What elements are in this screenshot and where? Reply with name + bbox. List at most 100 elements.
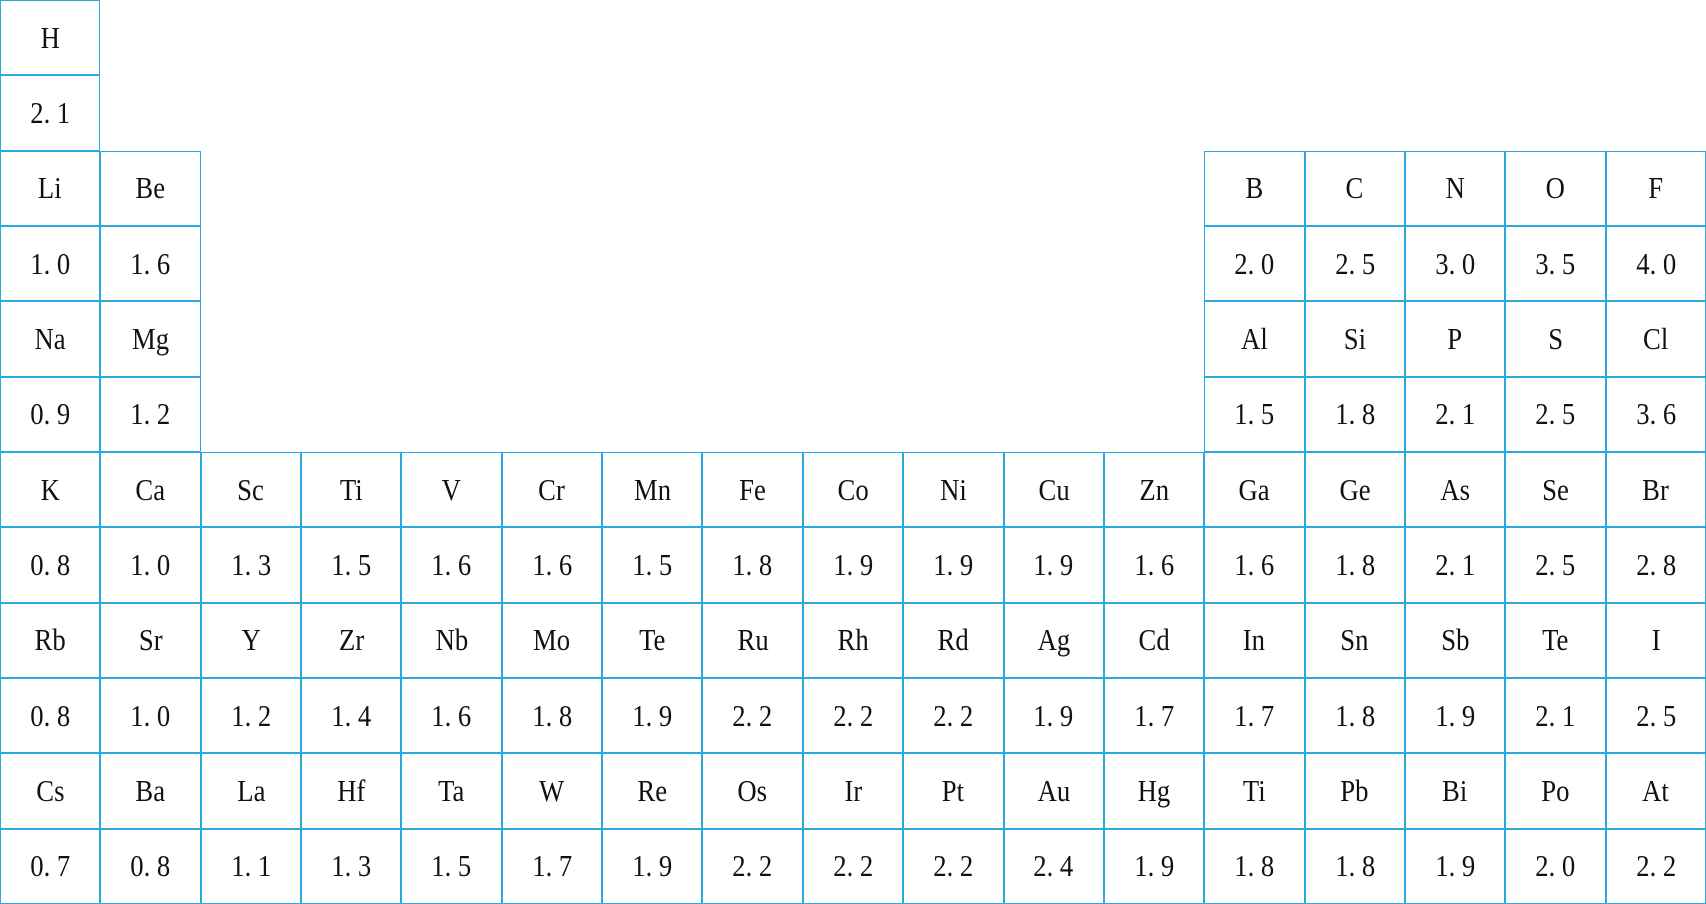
element-symbol-cell: K — [0, 452, 101, 528]
electronegativity-value: 0. 9 — [30, 396, 71, 432]
electronegativity-value: 1. 8 — [1334, 546, 1375, 582]
element-symbol: Si — [1343, 320, 1366, 356]
element-symbol-cell: Mn — [602, 452, 703, 528]
element-symbol: Se — [1542, 471, 1569, 507]
element-symbol: Mo — [533, 622, 571, 658]
element-symbol-cell: Fe — [702, 452, 803, 528]
element-symbol: O — [1545, 170, 1566, 206]
element-symbol-cell: Na — [0, 301, 101, 377]
element-symbol-cell: Br — [1605, 452, 1706, 528]
element-symbol: Pt — [942, 772, 965, 808]
element-symbol-cell: Ba — [100, 753, 201, 829]
electronegativity-value-cell: 2. 0 — [1505, 828, 1606, 904]
electronegativity-value-cell: 1. 9 — [1404, 828, 1506, 904]
element-symbol-cell: Mo — [501, 602, 603, 678]
electronegativity-table: H 2. 1 Li 1. 0 Be 1. 6 B 2. 0 C 2. 5 N 3. 0 O 3. 5 F 4.… — [0, 0, 1706, 904]
electronegativity-value: 1. 9 — [1435, 697, 1476, 733]
electronegativity-value: 1. 9 — [1134, 848, 1175, 884]
element-symbol: C — [1345, 170, 1364, 206]
electronegativity-value: 1. 5 — [1234, 396, 1275, 432]
electronegativity-value-cell: 0. 9 — [0, 376, 101, 452]
electronegativity-value: 1. 9 — [832, 546, 873, 582]
electronegativity-value-cell: 2. 2 — [1605, 828, 1706, 904]
element-symbol: Pb — [1340, 772, 1369, 808]
electronegativity-value-cell: 1. 6 — [401, 527, 502, 603]
electronegativity-value: 1. 7 — [1134, 697, 1175, 733]
electronegativity-value-cell: 1. 8 — [1304, 678, 1405, 754]
electronegativity-value: 1. 8 — [531, 697, 572, 733]
element-symbol: V — [441, 471, 462, 507]
element-symbol-cell: As — [1404, 452, 1506, 528]
electronegativity-value: 3. 0 — [1435, 245, 1476, 281]
electronegativity-value: 0. 8 — [130, 848, 171, 884]
element-symbol-cell: Ti — [301, 452, 402, 528]
electronegativity-value: 1. 9 — [1435, 848, 1476, 884]
element-symbol-cell: Nb — [401, 602, 502, 678]
element-symbol: Cd — [1138, 622, 1170, 658]
electronegativity-value-cell: 4. 0 — [1605, 226, 1706, 302]
electronegativity-value-cell: 1. 8 — [501, 678, 603, 754]
electronegativity-value: 2. 2 — [832, 848, 873, 884]
element-symbol: Fe — [739, 471, 766, 507]
electronegativity-value-cell: 2. 2 — [802, 678, 904, 754]
element-symbol: Br — [1642, 471, 1670, 507]
electronegativity-value: 2. 2 — [732, 697, 773, 733]
element-symbol-cell: H — [0, 0, 101, 76]
electronegativity-value: 1. 6 — [1134, 546, 1175, 582]
element-symbol: H — [40, 19, 60, 55]
element-symbol: Rb — [34, 622, 66, 658]
element-symbol-cell: Te — [1505, 602, 1606, 678]
element-symbol: B — [1245, 170, 1264, 206]
element-symbol: Ir — [844, 772, 862, 808]
element-symbol: Cu — [1038, 471, 1070, 507]
electronegativity-value: 1. 0 — [130, 546, 171, 582]
element-symbol: Ru — [737, 622, 769, 658]
element-symbol: Nb — [435, 622, 468, 658]
element-symbol: Be — [135, 170, 166, 206]
electronegativity-value-cell: 1. 0 — [0, 226, 101, 302]
electronegativity-value-cell: 3. 6 — [1605, 376, 1706, 452]
element-symbol-cell: N — [1404, 150, 1506, 226]
element-symbol-cell: Cd — [1103, 602, 1205, 678]
element-symbol: K — [40, 471, 60, 507]
electronegativity-value-cell: 1. 8 — [1304, 376, 1405, 452]
element-symbol: Cl — [1643, 320, 1669, 356]
element-symbol: Zn — [1139, 471, 1169, 507]
element-symbol-cell: Cs — [0, 753, 101, 829]
element-symbol-cell: P — [1404, 301, 1506, 377]
electronegativity-value: 3. 5 — [1535, 245, 1576, 281]
element-symbol: At — [1642, 772, 1670, 808]
element-symbol-cell: Rh — [802, 602, 904, 678]
electronegativity-value-cell: 3. 5 — [1505, 226, 1606, 302]
electronegativity-value-cell: 2. 4 — [1003, 828, 1104, 904]
electronegativity-value-cell: 2. 1 — [1404, 376, 1506, 452]
electronegativity-value-cell: 0. 8 — [0, 527, 101, 603]
element-symbol-cell: I — [1605, 602, 1706, 678]
electronegativity-value-cell: 1. 7 — [1103, 678, 1205, 754]
element-symbol: Ti — [339, 471, 363, 507]
element-symbol-cell: Te — [602, 602, 703, 678]
element-symbol: W — [539, 772, 565, 808]
electronegativity-value-cell: 1. 9 — [1003, 678, 1104, 754]
element-symbol: P — [1447, 320, 1463, 356]
electronegativity-value: 1. 8 — [732, 546, 773, 582]
electronegativity-value: 2. 8 — [1635, 546, 1676, 582]
element-symbol-cell: C — [1304, 150, 1405, 226]
element-symbol: Ni — [940, 471, 967, 507]
electronegativity-value: 1. 6 — [1234, 546, 1275, 582]
element-symbol: Na — [34, 320, 66, 356]
element-symbol-cell: F — [1605, 150, 1706, 226]
element-symbol: Ag — [1037, 622, 1070, 658]
electronegativity-value-cell: 1. 8 — [702, 527, 803, 603]
electronegativity-value-cell: 2. 2 — [903, 678, 1004, 754]
element-symbol: Ta — [438, 772, 465, 808]
electronegativity-value: 1. 2 — [130, 396, 171, 432]
element-symbol: In — [1243, 622, 1266, 658]
electronegativity-value: 2. 2 — [933, 848, 974, 884]
element-symbol-cell: Sn — [1304, 602, 1405, 678]
electronegativity-value-cell: 1. 7 — [501, 828, 603, 904]
electronegativity-value-cell: 1. 2 — [100, 376, 201, 452]
electronegativity-value-cell: 1. 2 — [200, 678, 302, 754]
electronegativity-value: 1. 0 — [30, 245, 71, 281]
electronegativity-value: 2. 2 — [1635, 848, 1676, 884]
